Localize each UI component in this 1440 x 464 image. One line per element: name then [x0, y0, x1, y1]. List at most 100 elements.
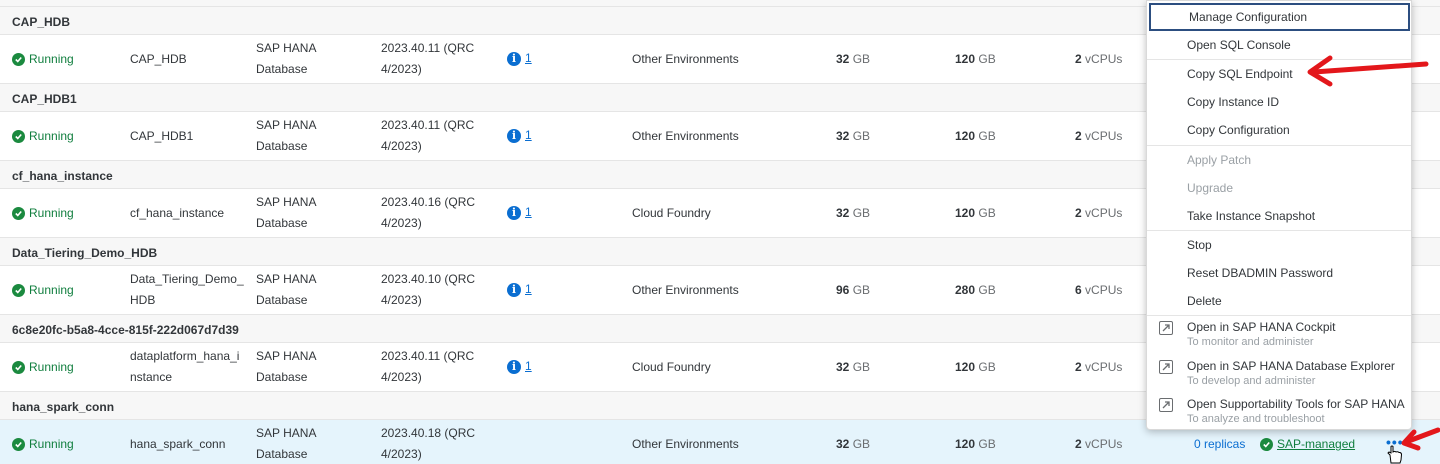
info-cell[interactable]: i1 — [507, 48, 532, 69]
info-count-link[interactable]: 1 — [525, 279, 532, 300]
group-title: cf_hana_instance — [12, 169, 113, 183]
instance-type: SAP HANA Database — [256, 118, 317, 153]
status-cell: Running — [12, 203, 74, 224]
instance-version: 2023.40.16 (QRC 4/2023) — [381, 195, 476, 230]
storage: 120 GB — [955, 129, 996, 143]
vcpus: 2 vCPUs — [1075, 206, 1123, 220]
menu-item-copy-instance-id[interactable]: Copy Instance ID — [1147, 88, 1411, 116]
menu-item-reset-dbadmin-password[interactable]: Reset DBADMIN Password — [1147, 259, 1411, 287]
status-text: Running — [29, 52, 74, 66]
group-title: CAP_HDB — [12, 15, 71, 29]
info-icon[interactable]: i — [507, 205, 521, 220]
memory: 32 GB — [836, 129, 871, 143]
vcpus: 2 vCPUs — [1075, 129, 1123, 143]
instance-type: SAP HANA Database — [256, 426, 317, 461]
info-cell[interactable]: i1 — [507, 202, 532, 223]
menu-item-manage-configuration[interactable]: Manage Configuration — [1149, 3, 1410, 31]
annotation-arrow-icon — [1307, 55, 1429, 87]
instance-version: 2023.40.11 (QRC 4/2023) — [381, 118, 475, 153]
sap-managed-link[interactable]: SAP-managed — [1277, 434, 1355, 455]
environment: Other Environments — [632, 283, 739, 297]
memory: 32 GB — [836, 206, 871, 220]
storage: 120 GB — [955, 437, 996, 451]
success-check-icon — [1260, 438, 1273, 451]
menu-item-open-hana-cockpit[interactable]: Open in SAP HANA Cockpit To monitor and … — [1147, 317, 1411, 356]
info-count-link[interactable]: 1 — [525, 48, 532, 69]
environment: Cloud Foundry — [632, 206, 711, 220]
environment: Other Environments — [632, 437, 739, 451]
annotation-arrow-icon — [1401, 427, 1440, 451]
instance-version: 2023.40.18 (QRC 4/2023) — [381, 426, 476, 461]
external-link-icon — [1159, 321, 1173, 335]
vcpus: 6 vCPUs — [1075, 283, 1123, 297]
managed-cell[interactable]: SAP-managed — [1260, 434, 1355, 455]
success-check-icon — [12, 438, 25, 451]
memory: 32 GB — [836, 360, 871, 374]
external-link-icon — [1159, 360, 1173, 374]
menu-item-open-supportability-tools[interactable]: Open Supportability Tools for SAP HANA T… — [1147, 394, 1411, 433]
group-title: 6c8e20fc-b5a8-4cce-815f-222d067d7d39 — [12, 323, 239, 337]
menu-item-take-instance-snapshot[interactable]: Take Instance Snapshot — [1147, 202, 1411, 230]
instance-type: SAP HANA Database — [256, 195, 317, 230]
instance-version: 2023.40.11 (QRC 4/2023) — [381, 349, 475, 384]
info-count-link[interactable]: 1 — [525, 125, 532, 146]
menu-item-stop[interactable]: Stop — [1147, 231, 1411, 259]
info-icon[interactable]: i — [507, 128, 521, 143]
info-icon[interactable]: i — [507, 359, 521, 374]
instance-name: CAP_HDB1 — [130, 129, 194, 143]
instance-name: Data_Tiering_Demo_ HDB — [130, 272, 244, 307]
status-text: Running — [29, 360, 74, 374]
success-check-icon — [12, 284, 25, 297]
storage: 280 GB — [955, 283, 996, 297]
environment: Other Environments — [632, 52, 739, 66]
status-cell: Running — [12, 49, 74, 70]
memory: 96 GB — [836, 283, 871, 297]
instance-name: CAP_HDB — [130, 52, 187, 66]
vcpus: 2 vCPUs — [1075, 360, 1123, 374]
group-title: hana_spark_conn — [12, 400, 115, 414]
group-title: CAP_HDB1 — [12, 92, 77, 106]
status-text: Running — [29, 437, 74, 451]
instance-type: SAP HANA Database — [256, 349, 317, 384]
success-check-icon — [12, 361, 25, 374]
menu-item-open-database-explorer[interactable]: Open in SAP HANA Database Explorer To de… — [1147, 356, 1411, 395]
success-check-icon — [12, 53, 25, 66]
external-link-icon — [1159, 398, 1173, 412]
memory: 32 GB — [836, 437, 871, 451]
instance-version: 2023.40.11 (QRC 4/2023) — [381, 41, 475, 76]
menu-item-upgrade: Upgrade — [1187, 181, 1234, 195]
info-cell[interactable]: i1 — [507, 125, 532, 146]
storage: 120 GB — [955, 360, 996, 374]
info-count-link[interactable]: 1 — [525, 202, 532, 223]
instance-type: SAP HANA Database — [256, 272, 317, 307]
vcpus: 2 vCPUs — [1075, 437, 1123, 451]
storage: 120 GB — [955, 206, 996, 220]
instance-name: dataplatform_hana_i nstance — [130, 349, 240, 384]
environment: Cloud Foundry — [632, 360, 711, 374]
vcpus: 2 vCPUs — [1075, 52, 1123, 66]
info-icon[interactable]: i — [507, 282, 521, 297]
info-icon[interactable]: i — [507, 51, 521, 66]
success-check-icon — [12, 207, 25, 220]
info-count-link[interactable]: 1 — [525, 356, 532, 377]
info-cell[interactable]: i1 — [507, 279, 532, 300]
success-check-icon — [12, 130, 25, 143]
menu-item-copy-configuration[interactable]: Copy Configuration — [1147, 116, 1411, 144]
status-cell: Running — [12, 126, 74, 147]
menu-item-delete[interactable]: Delete — [1147, 287, 1411, 315]
info-cell[interactable]: i1 — [507, 356, 532, 377]
environment: Other Environments — [632, 129, 739, 143]
menu-separator — [1147, 315, 1411, 316]
status-cell: Running — [12, 280, 74, 301]
status-cell: Running — [12, 357, 74, 378]
storage: 120 GB — [955, 52, 996, 66]
instance-version: 2023.40.10 (QRC 4/2023) — [381, 272, 476, 307]
memory: 32 GB — [836, 52, 871, 66]
instance-name: hana_spark_conn — [130, 437, 226, 451]
replicas-link[interactable]: 0 replicas — [1194, 434, 1245, 455]
status-text: Running — [29, 129, 74, 143]
menu-item-apply-patch: Apply Patch — [1187, 153, 1252, 167]
instance-type: SAP HANA Database — [256, 41, 317, 76]
status-text: Running — [29, 206, 74, 220]
status-cell: Running — [12, 434, 74, 455]
